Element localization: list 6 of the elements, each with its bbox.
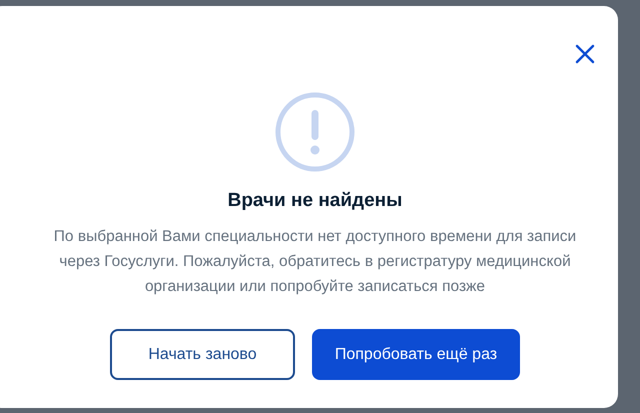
restart-button[interactable]: Начать заново [110, 329, 295, 380]
dialog-title: Врачи не найдены [228, 190, 402, 212]
close-icon[interactable] [574, 43, 596, 65]
warning-icon [275, 92, 355, 172]
dialog-message: По выбранной Вами специальности нет доступного времени для записи через Госуслуги. Пожалуйста, обратитесь в регистратуру медицинской организации или попробуйте записаться позже [52, 227, 578, 297]
retry-button[interactable]: Попробовать ещё раз [312, 329, 520, 380]
